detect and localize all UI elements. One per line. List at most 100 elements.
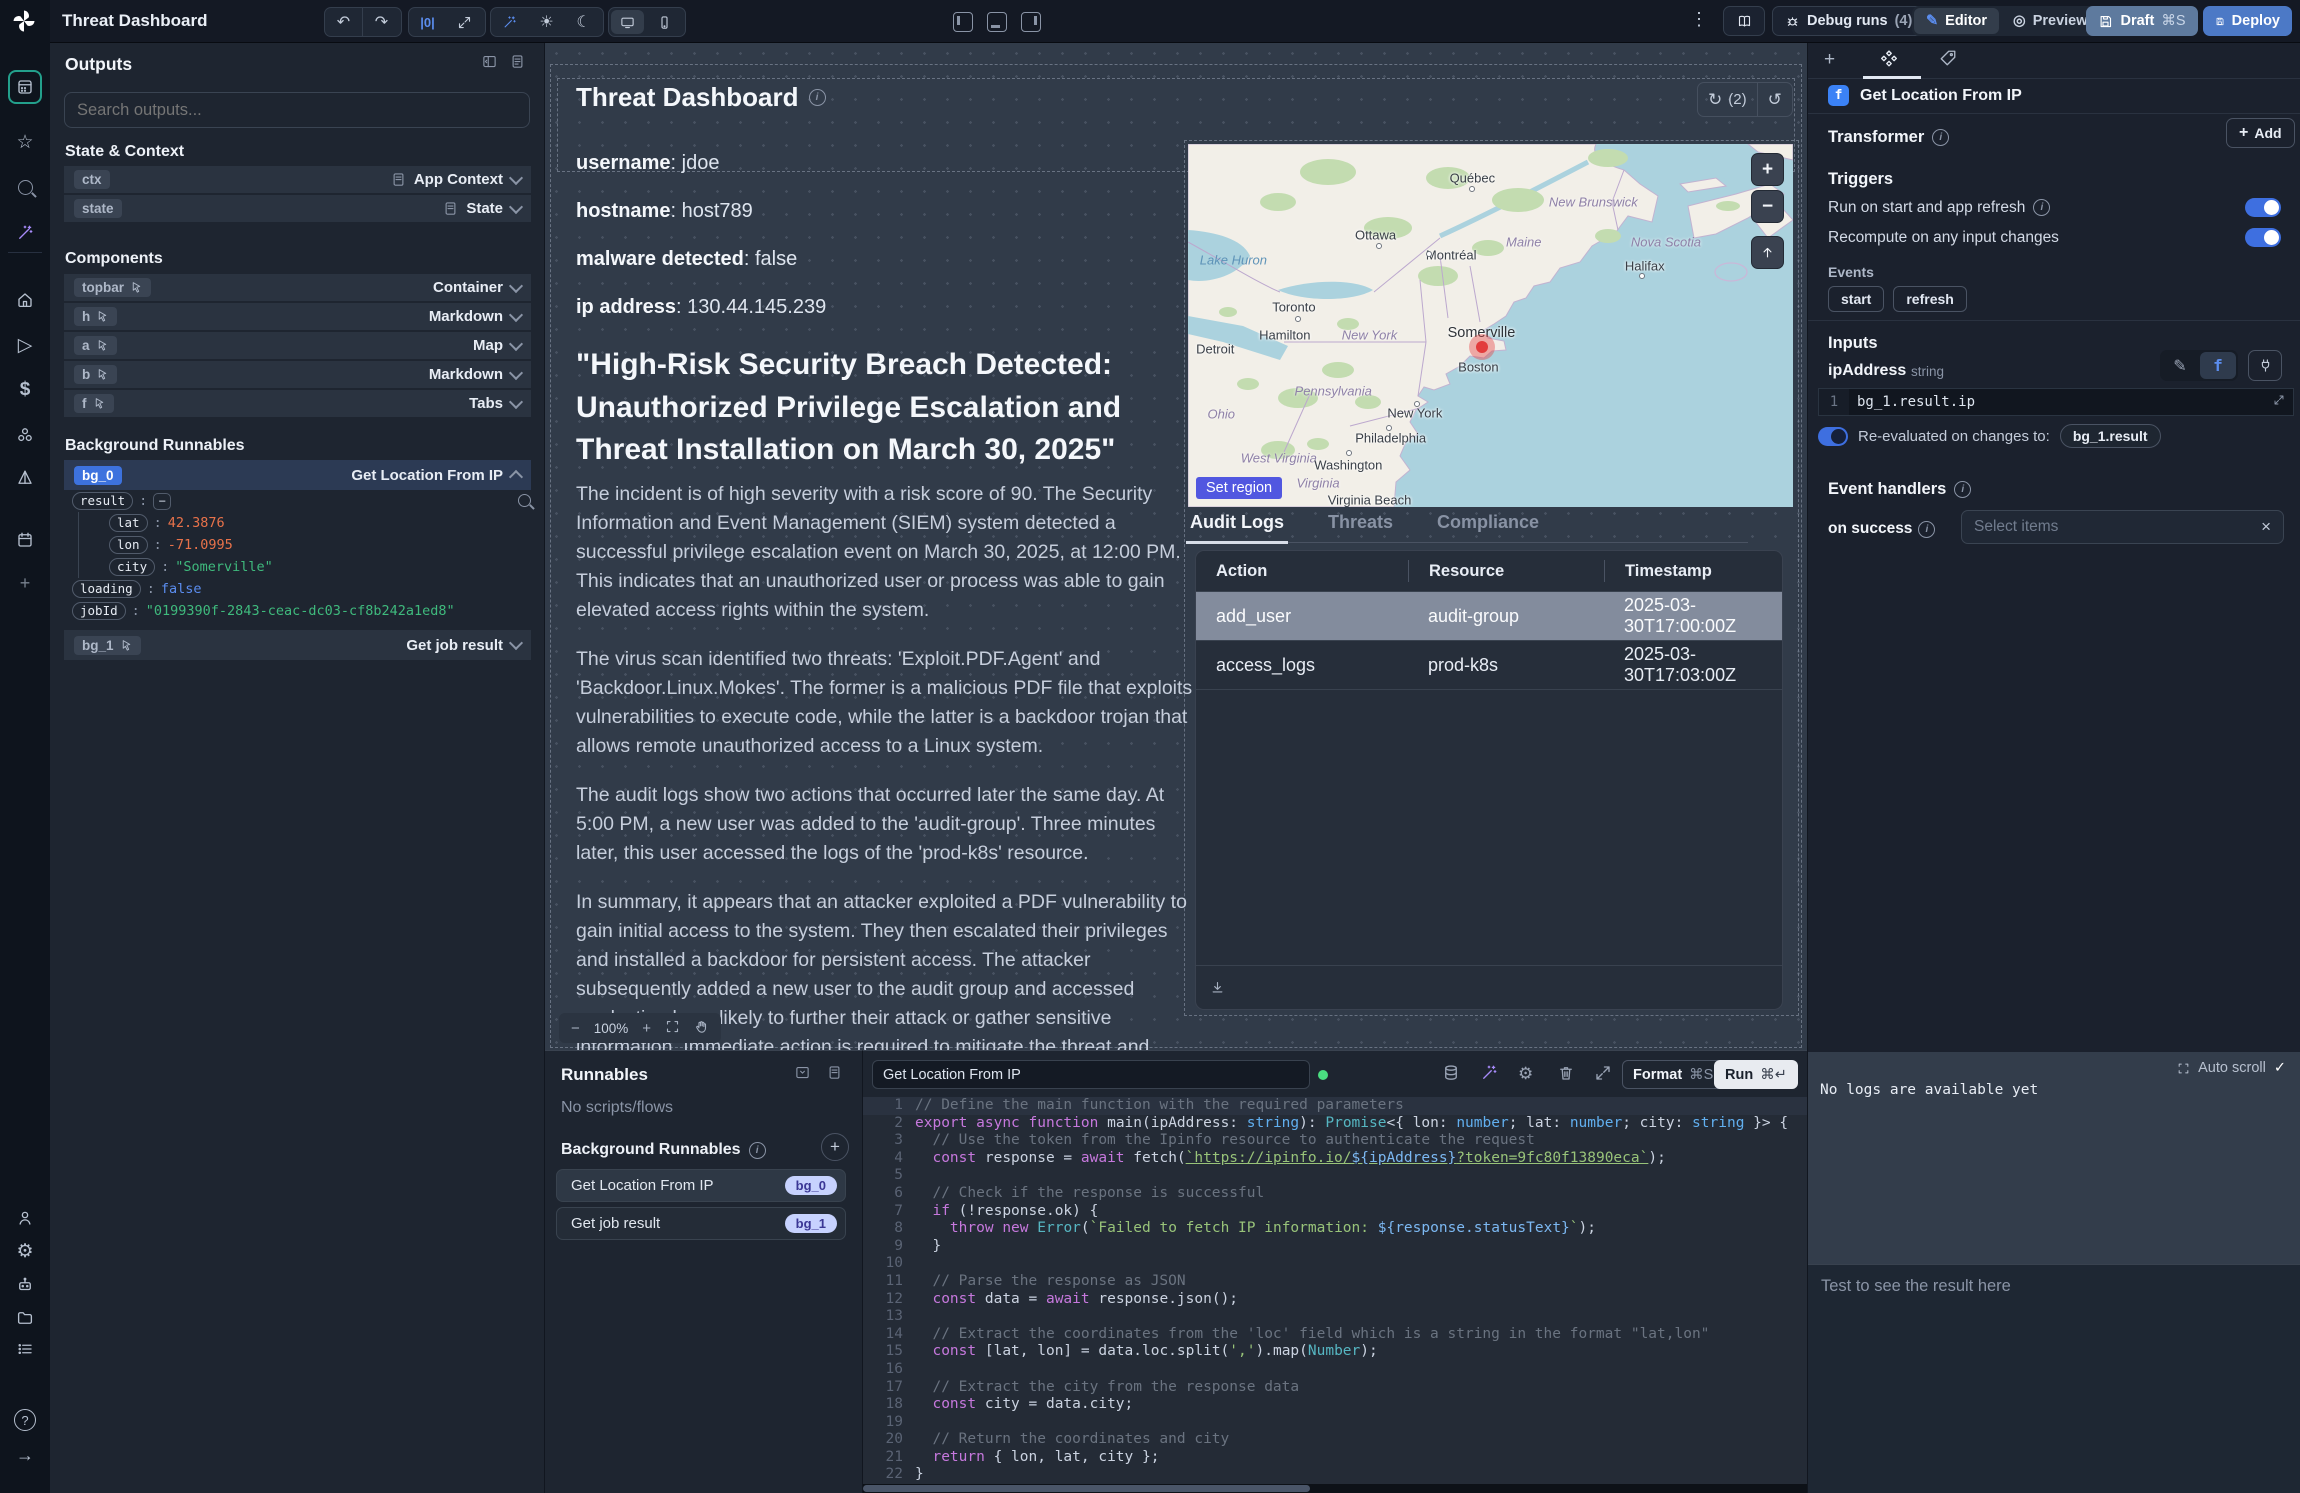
deploy-button[interactable]: Deploy (2203, 6, 2292, 36)
settings-gear-icon[interactable]: ⚙ (10, 1236, 40, 1266)
output-row[interactable]: ctx App Context (64, 166, 531, 193)
collapse-panel-icon[interactable] (482, 54, 497, 74)
column-header[interactable]: Resource (1408, 560, 1604, 582)
json-row[interactable]: loading: false (64, 578, 531, 600)
light-theme-button[interactable]: ☀ (528, 8, 565, 36)
tab[interactable]: Compliance (1437, 512, 1539, 533)
horizontal-scrollbar[interactable] (863, 1484, 1807, 1493)
logs-list-icon[interactable] (10, 1334, 40, 1364)
folder-icon[interactable] (10, 1303, 40, 1333)
variables-icon[interactable]: $ (10, 375, 40, 405)
panel-left-toggle-icon[interactable] (953, 12, 973, 32)
expand-layout-button[interactable] (446, 8, 483, 36)
editor-mode-tab[interactable]: ✎Editor (1914, 8, 1999, 34)
panel-right-toggle-icon[interactable] (1021, 12, 1041, 32)
collapse-rail-icon[interactable]: → (10, 1440, 40, 1470)
set-region-button[interactable]: Set region (1196, 477, 1282, 499)
json-row[interactable]: jobId: "0199390f-2843-ceac-dc03-cf8b242a… (64, 600, 531, 622)
zoom-in-button[interactable]: + (642, 1020, 651, 1037)
ai-wand-icon[interactable] (10, 218, 40, 248)
clear-select-icon[interactable]: × (2261, 517, 2271, 537)
map-zoom-in-button[interactable]: + (1751, 153, 1784, 186)
runs-icon[interactable]: ▷ (10, 330, 40, 360)
styling-tab[interactable] (1939, 49, 1957, 72)
help-icon[interactable]: ? (10, 1405, 40, 1435)
desktop-view-button[interactable] (611, 10, 644, 34)
runnable-name-input[interactable] (872, 1060, 1310, 1089)
zoom-out-button[interactable]: − (571, 1020, 580, 1037)
add-runnable-button[interactable]: + (821, 1133, 849, 1161)
component-settings-tab[interactable] (1880, 49, 1898, 72)
output-row[interactable]: state State (64, 195, 531, 222)
recompute-toggle[interactable] (2245, 228, 2281, 247)
column-header[interactable]: Action (1196, 560, 1408, 582)
mobile-view-button[interactable] (646, 8, 683, 36)
map-component[interactable]: QuébecOttawaMontréalNew BrunswickNova Sc… (1188, 144, 1793, 507)
collapse-bottom-icon[interactable] (795, 1065, 810, 1085)
component-row[interactable]: f Tabs (64, 390, 531, 417)
cache-db-icon[interactable] (1442, 1064, 1460, 1087)
json-row[interactable]: result: − (64, 490, 531, 512)
event-pill[interactable]: start (1828, 286, 1884, 312)
input-expression-editor[interactable]: 1 bg_1.result.ip (1818, 388, 2294, 416)
doc-icon[interactable] (827, 1065, 842, 1085)
run-button[interactable]: Run⌘↵ (1714, 1060, 1798, 1089)
schedules-icon[interactable] (10, 463, 40, 493)
on-success-select[interactable]: Select items × (1961, 510, 2284, 544)
expand-expression-icon[interactable] (2273, 394, 2293, 410)
panel-bottom-toggle-icon[interactable] (987, 12, 1007, 32)
docs-button[interactable] (1723, 6, 1765, 36)
column-header[interactable]: Timestamp (1604, 560, 1782, 582)
bg1-output-row[interactable]: bg_1 Get job result (64, 630, 531, 660)
preview-mode-tab[interactable]: ◎Preview (2001, 8, 2099, 34)
more-menu-button[interactable]: ⋮ (1690, 9, 1708, 30)
home-icon[interactable] (10, 285, 40, 315)
undo-button[interactable]: ↶ (325, 8, 362, 36)
resources-icon[interactable] (10, 420, 40, 450)
redo-button[interactable]: ↷ (362, 8, 400, 36)
fit-view-button[interactable] (665, 1019, 680, 1038)
component-row[interactable]: h Markdown (64, 303, 531, 330)
save-draft-button[interactable]: Draft⌘S (2086, 6, 2198, 36)
map-recenter-button[interactable] (1751, 236, 1784, 269)
map-zoom-out-button[interactable]: − (1751, 190, 1784, 223)
auto-scroll-control[interactable]: Auto scroll ✓ (2177, 1060, 2286, 1076)
dark-theme-button[interactable]: ☾ (565, 8, 602, 36)
add-nav-icon[interactable]: + (10, 568, 40, 598)
table-row[interactable]: access_logs prod-k8s 2025-03-30T17:03:00… (1196, 641, 1782, 690)
apps-nav-icon[interactable] (8, 70, 42, 104)
reeval-toggle[interactable] (1818, 427, 1848, 446)
eval-mode-icon[interactable]: f (2200, 352, 2236, 379)
component-row[interactable]: a Map (64, 332, 531, 359)
align-grid-button[interactable]: |0| (409, 8, 446, 36)
search-icon[interactable] (10, 172, 40, 202)
app-title[interactable]: Threat Dashboard (62, 11, 207, 31)
runnable-item[interactable]: Get Location From IP bg_0 (556, 1169, 846, 1202)
workers-icon[interactable] (10, 1270, 40, 1300)
code-area[interactable]: 1 // Define the main function with the r… (863, 1097, 1807, 1485)
app-canvas[interactable]: Threat Dashboardi ↻(2) ↺ username: jdoe … (545, 42, 1807, 1050)
event-pill[interactable]: refresh (1893, 286, 1966, 312)
json-row[interactable]: lat: 42.3876 (78, 512, 531, 534)
favorites-icon[interactable]: ☆ (10, 127, 40, 157)
table-row[interactable]: add_user audit-group 2025-03-30T17:00:00… (1196, 592, 1782, 641)
expand-editor-icon[interactable] (1594, 1064, 1612, 1087)
download-icon[interactable] (1210, 980, 1225, 995)
reeval-dependency-badge[interactable]: bg_1.result (2060, 424, 2161, 448)
doc-panel-icon[interactable] (510, 54, 525, 74)
bg0-output-row[interactable]: bg_0 Get Location From IP (64, 460, 531, 490)
tab[interactable]: Audit Logs (1190, 512, 1284, 533)
format-button[interactable]: Format⌘S (1622, 1060, 1724, 1089)
ai-gen-icon[interactable] (1480, 1064, 1498, 1087)
delete-icon[interactable] (1557, 1064, 1575, 1087)
static-mode-icon[interactable]: ✎ (2162, 352, 2198, 379)
connect-input-button[interactable] (2248, 350, 2282, 381)
run-on-start-toggle[interactable] (2245, 198, 2281, 217)
json-row[interactable]: city: "Somerville" (78, 556, 531, 578)
insert-component-tab[interactable]: + (1824, 49, 1835, 71)
calendar-icon[interactable] (10, 525, 40, 555)
json-row[interactable]: lon: -71.0995 (78, 534, 531, 556)
editor-settings-icon[interactable]: ⚙ (1518, 1064, 1533, 1084)
runnable-item[interactable]: Get job result bg_1 (556, 1207, 846, 1240)
component-row[interactable]: b Markdown (64, 361, 531, 388)
